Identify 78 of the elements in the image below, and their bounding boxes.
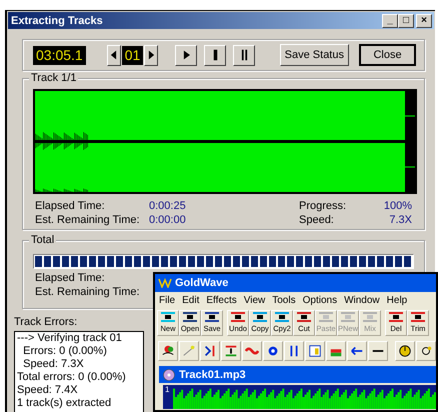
maximize-button[interactable]: □ [398,14,414,28]
pause-icon [240,49,248,61]
log-line: Speed: 7.4X [17,384,79,397]
play-button[interactable] [175,44,198,66]
wand-icon [182,344,196,358]
log-line: Errors: 0 (0.00%) [22,345,108,358]
stat-value: 7.3X [388,214,412,226]
toolbar-button[interactable] [416,341,436,361]
menu-item[interactable]: Help [386,295,408,306]
toolbar-button[interactable] [368,341,388,361]
toolbar-button[interactable] [263,341,283,361]
minimize-button[interactable]: _ [382,14,398,28]
toolbar-icon [410,312,426,322]
disc-icon [163,368,175,380]
toolbar-button[interactable] [284,341,304,361]
toolbar-icon [182,312,198,322]
next-icon [148,49,155,61]
menu-item[interactable]: Effects [206,295,237,306]
clock-icon [398,344,412,358]
save-status-button[interactable]: Save Status [280,44,349,66]
toolbar-icon [204,312,220,322]
toolbar-icon [362,312,378,322]
menu-item[interactable]: Window [344,295,380,306]
stat-value: 100% [384,200,412,212]
toolbar-icon [318,312,334,322]
stat-label: Progress: [299,200,348,212]
stat-label: Est. Remaining Time: [35,214,141,226]
next-button[interactable] [144,44,158,66]
stat-value: 0:00:25 [149,200,187,212]
close-button[interactable]: Close [359,44,416,66]
bars-icon [224,344,238,358]
log-line: Total errors: 0 (0.00%) [17,371,127,384]
log-line: Speed: 7.3X [22,358,85,371]
stat-label: Elapsed Time: [35,200,106,212]
prev-button[interactable] [106,44,121,66]
pause-button[interactable] [233,44,256,66]
toolbar-icon [296,312,312,322]
track-errors-label: Track Errors: [14,316,78,328]
window-title: Extracting Tracks [11,14,104,26]
log-line: ---> Verifying track 01 [17,332,123,345]
chart-icon [308,344,322,358]
toolbar-button[interactable] [395,341,415,361]
menu-item[interactable]: View [244,295,266,306]
toolbar-button[interactable] [305,341,325,361]
close-button[interactable]: × [416,14,432,28]
stat-value: 0:00:00 [149,214,187,226]
stat-label: Elapsed Time: [34,271,105,285]
group-title: Total [29,234,56,246]
log-line: 1 track(s) extracted [17,397,112,410]
menu-item[interactable]: Tools [272,295,296,306]
menu-item[interactable]: Options [302,295,338,306]
track-number-display: 01 [122,46,144,64]
menu-item[interactable]: Edit [182,295,200,306]
window-title: Track01.mp3 [179,368,246,380]
toolbar-button[interactable] [158,341,178,361]
window-title: GoldWave [175,277,228,289]
toolbar-icon [230,312,246,322]
stop-button[interactable] [204,44,226,66]
play-icon [182,49,190,61]
toolbar-icon [252,312,268,322]
channel-label: 1 [164,385,170,396]
toolbar-button[interactable] [200,341,220,361]
toolbar-icon [340,312,356,322]
stat-label: Speed: [299,214,335,226]
time-display: 03:05.1 [33,46,86,64]
dial-icon [419,344,433,358]
toolbar-icon [274,312,290,322]
left-arrow-icon [350,344,364,358]
stop-icon [212,49,219,61]
toolbar-icon [388,312,404,322]
toolbar-icon [160,312,176,322]
stat-label: Est. Remaining Time: [34,285,140,299]
toolbar-button[interactable] [347,341,367,361]
previous-icon [110,49,118,61]
group-title: Track 1/1 [29,72,78,84]
toolbar-button[interactable] [221,341,241,361]
wave-logo-icon [158,278,172,288]
menu-item[interactable]: File [159,295,176,306]
